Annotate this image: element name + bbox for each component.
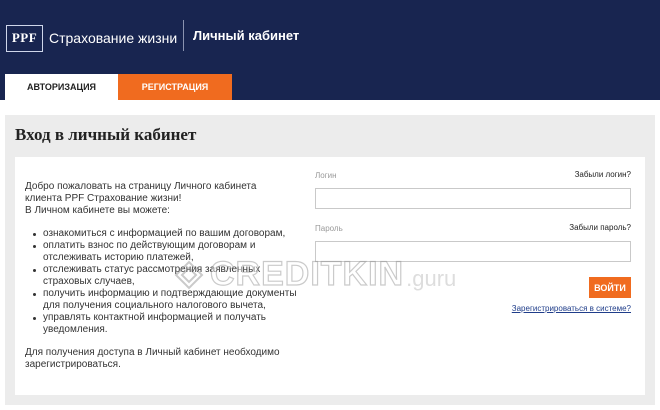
list-item: получить информацию и подтверждающие док…: [33, 288, 310, 312]
tab-registration[interactable]: Регистрация: [118, 74, 232, 100]
intro-line: В Личном кабинете вы можете:: [25, 205, 170, 216]
brand[interactable]: PPF Страхование жизни: [6, 23, 177, 53]
login-input[interactable]: [315, 188, 631, 209]
forgot-password-link[interactable]: Забыли пароль?: [569, 223, 631, 232]
register-link[interactable]: Зарегистрироваться в системе?: [512, 304, 631, 313]
intro-line: Добро пожаловать на страницу Личного каб…: [25, 181, 257, 192]
list-item: отслеживать статус рассмотрения заявленн…: [33, 264, 310, 288]
main-content: Вход в личный кабинет Добро пожаловать н…: [5, 115, 655, 405]
login-card: Добро пожаловать на страницу Личного каб…: [15, 157, 645, 395]
cabinet-title: Личный кабинет: [193, 28, 300, 43]
intro-line: клиента PPF Страхование жизни!: [25, 193, 182, 204]
header-divider: [183, 20, 184, 51]
features-list: ознакомиться с информацией по вашим дого…: [25, 228, 310, 336]
list-item: ознакомиться с информацией по вашим дого…: [33, 228, 310, 240]
list-item: управлять контактной информацией и получ…: [33, 312, 310, 336]
info-column: Добро пожаловать на страницу Личного каб…: [25, 181, 310, 371]
login-button[interactable]: Войти: [589, 277, 631, 298]
password-label: Пароль: [315, 224, 343, 233]
login-label: Логин: [315, 171, 337, 180]
top-header: PPF Страхование жизни Личный кабинет Авт…: [0, 0, 660, 100]
ppf-logo: PPF: [6, 24, 43, 52]
forgot-login-link[interactable]: Забыли логин?: [575, 170, 631, 179]
password-input[interactable]: [315, 241, 631, 262]
brand-name: Страхование жизни: [49, 30, 178, 46]
tab-authorization[interactable]: Авторизация: [5, 74, 118, 100]
list-item: оплатить взнос по действующим договорам …: [33, 240, 310, 264]
page-title: Вход в личный кабинет: [15, 125, 197, 144]
intro-text: Добро пожаловать на страницу Личного каб…: [25, 181, 310, 217]
login-form: Логин Забыли логин? Пароль Забыли пароль…: [315, 157, 631, 395]
registration-note: Для получения доступа в Личный кабинет н…: [25, 347, 280, 370]
